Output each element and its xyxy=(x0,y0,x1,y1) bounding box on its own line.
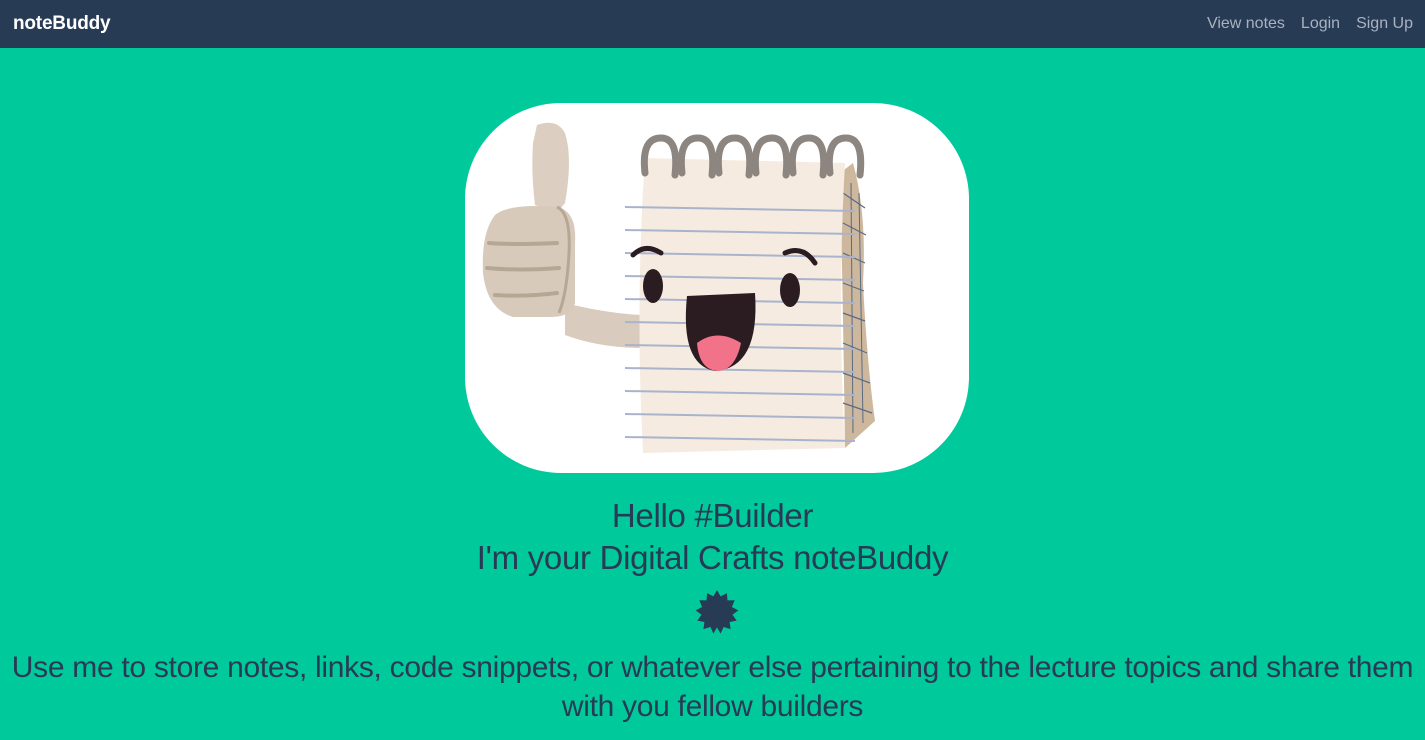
description-text: Use me to store notes, links, code snipp… xyxy=(11,651,1414,723)
hero-image-card xyxy=(465,103,969,473)
tagline-heading: I'm your Digital Crafts noteBuddy xyxy=(476,539,949,576)
greeting-heading: Hello #Builder xyxy=(611,497,814,534)
nav-link-sign-up[interactable]: Sign Up xyxy=(1356,15,1413,33)
notepad-thumbs-up-mascot-icon xyxy=(482,122,875,453)
starburst-badge-icon xyxy=(695,590,739,634)
nav-link-view-notes[interactable]: View notes xyxy=(1207,15,1285,33)
nav-link-login[interactable]: Login xyxy=(1301,15,1340,33)
nav-links: View notes Login Sign Up xyxy=(1207,15,1413,33)
brand-link[interactable]: noteBuddy xyxy=(13,13,111,35)
navbar: noteBuddy View notes Login Sign Up xyxy=(0,0,1425,48)
